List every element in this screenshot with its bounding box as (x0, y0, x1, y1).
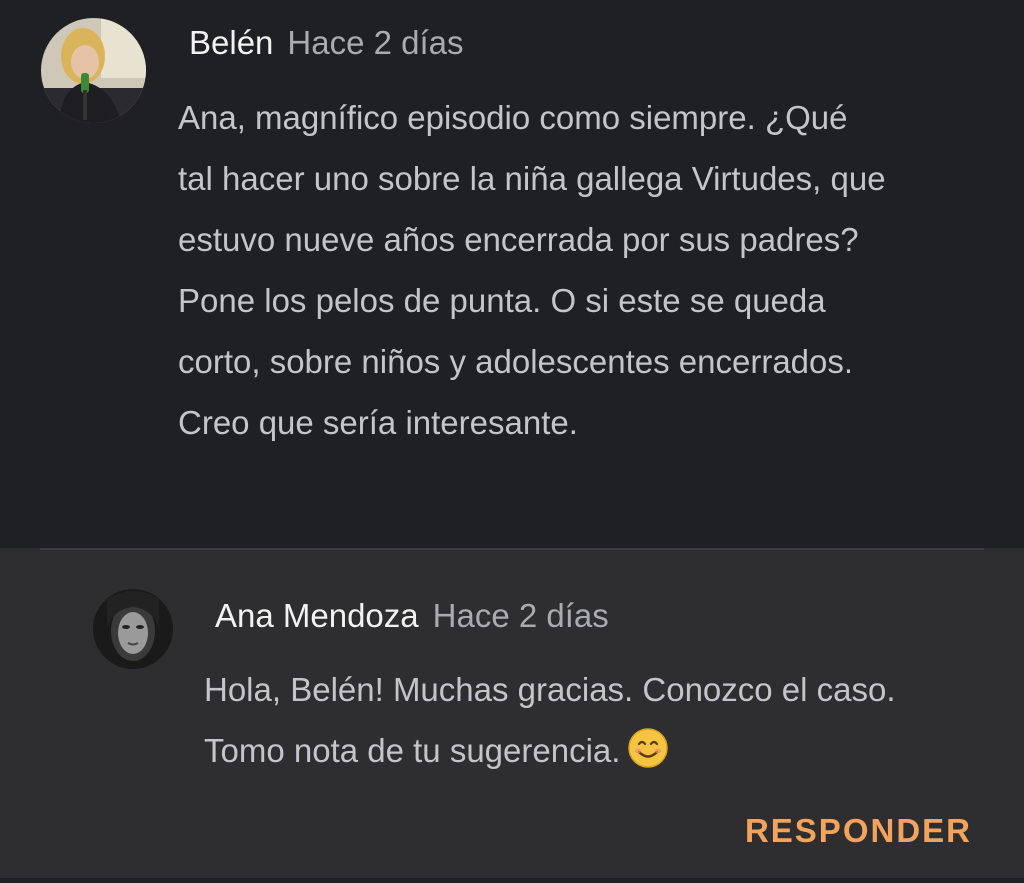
avatar-belen[interactable] (41, 18, 146, 123)
smiling-face-icon (628, 726, 669, 768)
comment-body: Ana, magnífico episodio como siempre. ¿Q… (178, 87, 998, 453)
comment-line: Creo que sería interesante. (178, 404, 578, 441)
reply-time: Hace 2 días (432, 597, 609, 634)
reply-header: Ana Mendoza Hace 2 días (215, 597, 609, 635)
reply-body: Hola, Belén! Muchas gracias. Conozco el … (204, 659, 1004, 781)
comment-thread: Belén Hace 2 días Ana, magnífico episodio… (0, 0, 1024, 883)
comment-card: Belén Hace 2 días Ana, magnífico episodio… (0, 0, 1024, 548)
comment-author[interactable]: Belén (189, 24, 273, 61)
comment-line: estuvo nueve años encerrada por sus padr… (178, 221, 859, 258)
reply-author[interactable]: Ana Mendoza (215, 597, 419, 634)
comment-time: Hace 2 días (287, 24, 464, 61)
bottom-divider (0, 878, 1024, 883)
comment-line: Pone los pelos de punta. O si este se qu… (178, 282, 826, 319)
reply-line: Tomo nota de tu sugerencia. (204, 732, 621, 769)
reply-line: Hola, Belén! Muchas gracias. Conozco el … (204, 671, 896, 708)
comment-line: Ana, magnífico episodio como siempre. ¿Q… (178, 99, 848, 136)
avatar-ana-mendoza[interactable] (93, 589, 173, 669)
comment-line: corto, sobre niños y adolescentes encerr… (178, 343, 854, 380)
comment-header: Belén Hace 2 días (189, 24, 464, 62)
respond-button[interactable]: RESPONDER (745, 812, 972, 850)
divider (40, 548, 984, 550)
comment-line: tal hacer uno sobre la niña gallega Virt… (178, 160, 886, 197)
